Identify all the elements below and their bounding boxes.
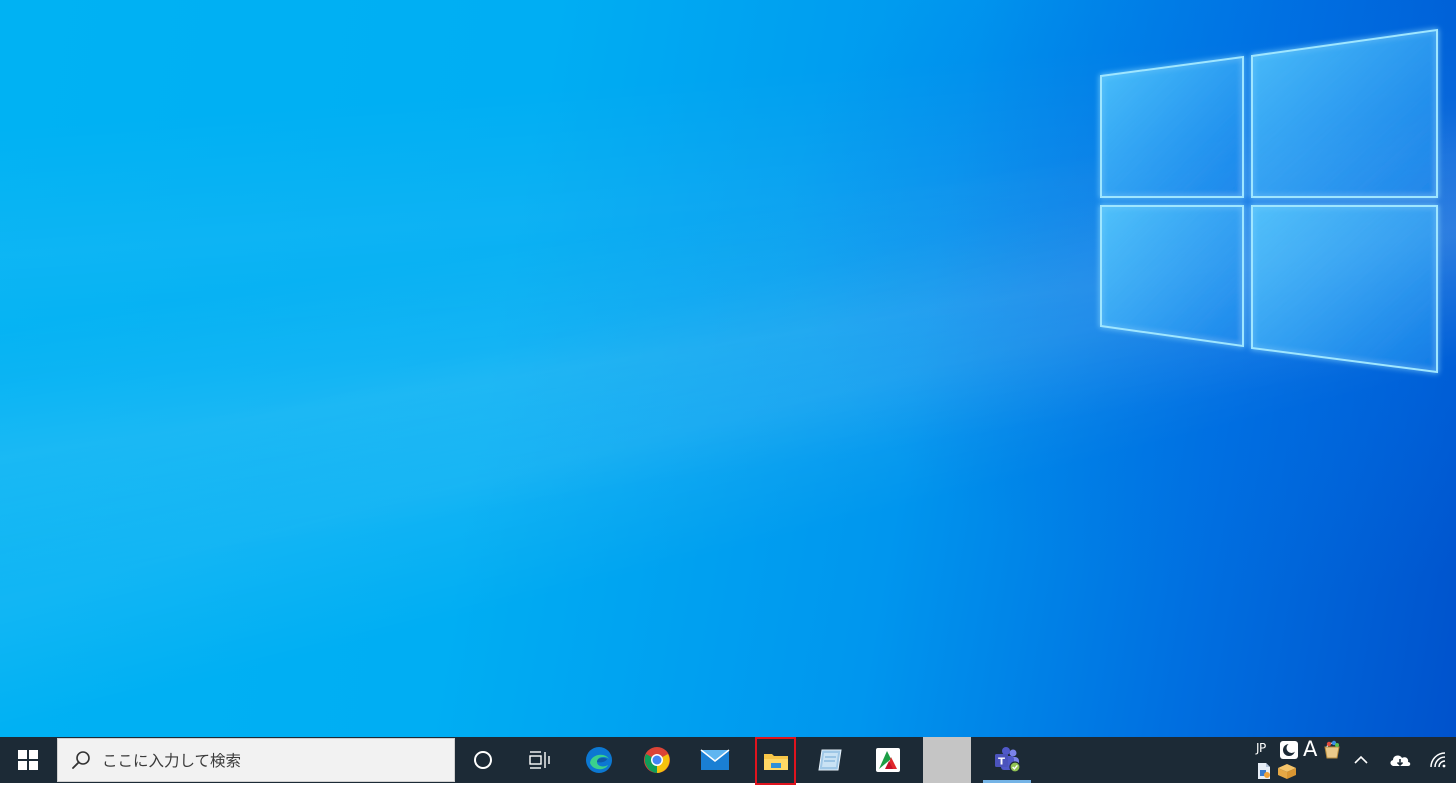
teams-icon: T (995, 747, 1021, 773)
document-icon[interactable] (1256, 762, 1272, 780)
ime-language-indicator[interactable]: JP (1256, 741, 1266, 755)
moon-icon[interactable] (1280, 741, 1298, 759)
cortana-circle-icon (474, 751, 492, 769)
cortana-button[interactable] (459, 737, 507, 783)
folder-icon (763, 754, 788, 770)
task-view-icon (529, 751, 550, 769)
chrome-icon (644, 747, 670, 773)
edge-app[interactable] (575, 737, 623, 783)
chevron-up-icon[interactable] (1350, 749, 1372, 771)
search-placeholder: ここに入力して検索 (102, 752, 242, 770)
start-button[interactable] (0, 737, 55, 783)
taskbar: ここに入力して検索 T JP A (0, 737, 1456, 785)
mail-icon (700, 749, 730, 770)
chrome-app[interactable] (633, 737, 681, 783)
svg-text:T: T (998, 757, 1005, 768)
search-box[interactable]: ここに入力して検索 (57, 738, 455, 782)
onedrive-icon[interactable] (1388, 750, 1412, 770)
task-view-button[interactable] (515, 737, 563, 783)
pdf-icon (876, 748, 900, 772)
mail-app[interactable] (691, 737, 739, 783)
desktop-wallpaper[interactable] (0, 0, 1456, 737)
paint-bucket-icon[interactable] (1322, 740, 1342, 760)
notebook-icon (818, 749, 842, 771)
blank-app[interactable] (923, 737, 971, 783)
ime-input-mode[interactable]: A (1303, 737, 1317, 761)
windows-logo-wallpaper-icon (1100, 28, 1438, 374)
edge-icon (586, 747, 612, 773)
teams-app[interactable]: T (983, 737, 1031, 783)
windows-start-icon (17, 750, 38, 770)
wifi-icon[interactable] (1428, 750, 1448, 770)
search-icon (72, 751, 90, 769)
pdf-app[interactable] (864, 737, 912, 783)
notebook-app[interactable] (806, 737, 854, 783)
package-icon[interactable] (1276, 762, 1298, 780)
file-explorer-app[interactable] (755, 737, 796, 785)
